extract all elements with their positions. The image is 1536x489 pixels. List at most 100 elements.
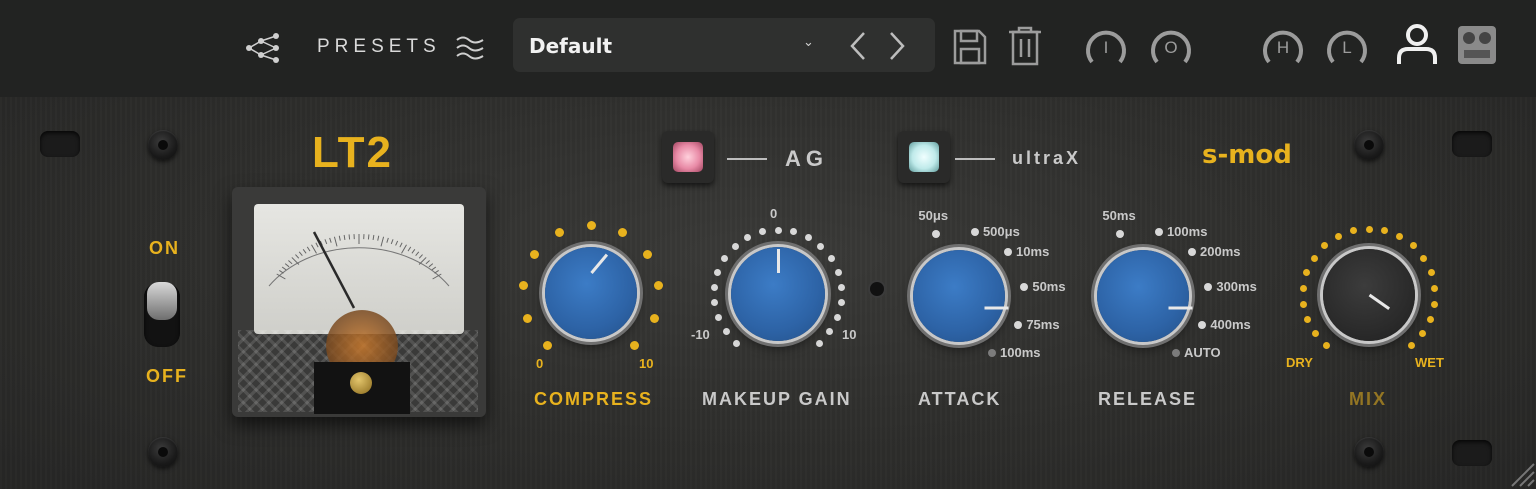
makeup-gain-knob[interactable] [731,247,825,341]
ag-button[interactable] [662,131,714,183]
attack-knob[interactable] [913,250,1009,342]
step-label: 100ms [1000,345,1041,361]
screw [1354,437,1384,467]
step-dot [1188,247,1197,256]
meter-tick [372,234,375,241]
scale-dot [815,339,823,347]
screw [1354,130,1384,160]
step-dot [970,227,979,236]
makeup-min: -10 [691,327,710,342]
scale-dot [554,228,564,238]
meter-tick [333,236,338,247]
meter-tick [281,266,287,271]
switch-off-label: OFF [146,366,188,386]
meter-tick [311,244,317,254]
meter-tick [343,234,346,241]
scale-dot [714,268,722,276]
scale-dot [731,242,739,250]
meter-tick [386,237,389,243]
brand-logo: s-mod [1202,140,1292,170]
ultrax-button[interactable] [898,131,950,183]
next-icon[interactable] [885,30,909,62]
meter-tick [395,240,399,246]
step-label: 200ms [1200,243,1241,259]
rack-slot [40,131,80,157]
meter-l-icon[interactable]: L [1325,26,1369,70]
step-dot [1004,247,1013,256]
scale-dot [827,254,835,262]
share-icon[interactable] [243,32,283,64]
meter-tick [298,251,303,257]
scale-dot [804,233,812,241]
mix-dry-label: DRY [1286,355,1313,370]
compress-max: 10 [639,356,654,371]
scale-dot [1334,233,1342,241]
meter-h-icon[interactable]: H [1261,26,1305,70]
scale-dot [1431,284,1439,292]
meter-tick [434,270,439,274]
meter-tick [377,235,380,241]
screw [148,437,178,467]
save-icon[interactable] [952,28,988,66]
meter-tick [279,270,284,274]
compress-label: COMPRESS [534,389,654,409]
mix-knob[interactable] [1323,249,1415,341]
step-label: 400ms [1210,316,1251,332]
scale-dot [1310,254,1318,262]
makeup-pointer [777,249,780,273]
presets-label[interactable]: PRESETS [317,36,441,58]
resize-grip-icon[interactable] [1506,458,1536,489]
attack-label: ATTACK [918,389,1002,409]
ultrax-label: ultraX [1012,148,1082,168]
scale-dot [586,220,596,230]
step-label: 10ms [1016,243,1050,259]
scale-dot [630,340,640,350]
meter-tick [407,246,412,252]
meter-tick [288,260,293,265]
waves-icon[interactable] [455,34,487,62]
compress-min: 0 [536,356,544,371]
meter-tick [418,257,427,265]
scale-dot [1300,300,1308,308]
step-label: 500μs [982,223,1020,239]
step-label: 75ms [1026,316,1060,332]
compress-pointer [590,253,609,274]
release-knob[interactable] [1097,250,1193,342]
meter-tick [348,234,351,240]
switch-on-label: ON [149,238,180,258]
ag-led [673,142,703,172]
preset-selector[interactable]: Default ⌄ [513,18,935,72]
attack-pointer [984,306,1009,310]
mix-wet-label: WET [1415,355,1444,370]
step-label: 300ms [1216,278,1257,294]
meter-tick [338,235,341,241]
preset-name: Default [529,34,613,58]
meter-i-icon[interactable]: I [1084,26,1128,70]
meter-tick [315,242,319,248]
user-icon[interactable] [1396,22,1438,66]
meter-tick [284,263,290,268]
makeup-max: 10 [842,327,857,342]
scale-dot [774,226,782,234]
divider-line [955,158,995,160]
meter-tick [291,257,300,265]
meter-o-icon[interactable]: O [1149,26,1193,70]
power-switch-lever[interactable] [147,282,177,320]
divider-line [727,158,767,160]
scale-dot [722,328,730,336]
meter-tick [411,248,416,254]
meter-bolt [350,372,372,394]
top-bar: PRESETS Default ⌄ I O H L [0,0,1536,97]
tape-icon[interactable] [1456,24,1498,66]
trash-icon[interactable] [1007,26,1043,66]
prev-icon[interactable] [846,30,870,62]
scale-dot [1427,268,1435,276]
scale-dot [1407,342,1415,350]
compress-knob[interactable] [545,247,637,339]
step-label: 100ms [1166,223,1208,239]
release-label: RELEASE [1098,389,1198,409]
step-label: 50μs [918,207,949,223]
meter-tick [399,242,403,248]
dropdown-caret-icon[interactable]: ⌄ [803,34,814,50]
meter-tick [390,239,394,245]
